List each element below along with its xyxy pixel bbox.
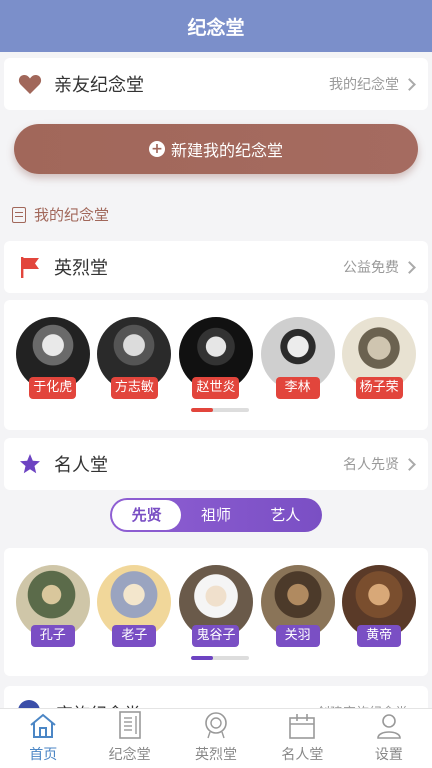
memorial-book-icon bbox=[118, 711, 141, 739]
wreath-icon bbox=[205, 712, 227, 739]
person-name: 关羽 bbox=[275, 625, 320, 647]
flag-icon bbox=[21, 257, 39, 278]
new-memorial-label: 新建我的纪念堂 bbox=[170, 141, 283, 160]
martyrs-scroll-indicator bbox=[191, 408, 249, 412]
family-hall-link-text: 我的纪念堂 bbox=[329, 77, 399, 93]
tab-sages[interactable]: 先贤 bbox=[112, 500, 182, 530]
chevron-right-icon bbox=[403, 260, 416, 274]
person-name: 黄帝 bbox=[357, 625, 402, 647]
user-icon bbox=[377, 714, 401, 739]
bottom-tab-bar: 首页 纪念堂 英烈堂 名人堂 设置 bbox=[0, 708, 432, 768]
celebrities-hall-row[interactable]: 名人堂 名人先贤 bbox=[4, 438, 428, 490]
tab-settings[interactable]: 设置 bbox=[346, 709, 432, 768]
person-name: 老子 bbox=[112, 625, 157, 647]
martyrs-hall-title: 英烈堂 bbox=[54, 258, 108, 279]
hall-icon bbox=[289, 714, 316, 739]
page-title: 纪念堂 bbox=[187, 16, 245, 39]
person-name: 李林 bbox=[275, 377, 320, 399]
celebrities-scroll-fill bbox=[191, 656, 214, 660]
person-card[interactable]: 关羽 bbox=[260, 565, 335, 647]
person-name: 杨子荣 bbox=[355, 377, 403, 399]
person-card[interactable]: 方志敏 bbox=[97, 317, 172, 399]
person-card[interactable]: 孔子 bbox=[15, 565, 90, 647]
person-name: 鬼谷子 bbox=[192, 625, 240, 647]
heart-icon bbox=[18, 74, 42, 94]
chevron-right-icon bbox=[403, 77, 416, 91]
document-icon bbox=[12, 206, 26, 223]
martyrs-hall-row[interactable]: 英烈堂 公益免费 bbox=[4, 241, 428, 293]
tab-memorial-label: 纪念堂 bbox=[108, 747, 151, 763]
tab-settings-label: 设置 bbox=[374, 747, 403, 763]
new-memorial-button[interactable]: + 新建我的纪念堂 bbox=[14, 124, 418, 174]
celebrity-category-tabs: 先贤 祖师 艺人 bbox=[110, 498, 322, 532]
martyrs-scroll-fill bbox=[191, 408, 214, 412]
celebrities-scroll-indicator bbox=[191, 656, 249, 660]
person-card[interactable]: 杨子荣 bbox=[342, 317, 417, 399]
person-name: 方志敏 bbox=[110, 377, 158, 399]
tab-home-label: 首页 bbox=[29, 747, 58, 763]
star-icon bbox=[20, 454, 40, 474]
tab-masters[interactable]: 祖师 bbox=[181, 500, 250, 530]
person-card[interactable]: 黄帝 bbox=[342, 565, 417, 647]
tab-martyrs[interactable]: 英烈堂 bbox=[173, 709, 259, 768]
family-hall-title: 亲友纪念堂 bbox=[54, 75, 144, 96]
celebrities-hall-link[interactable]: 名人先贤 bbox=[343, 454, 416, 474]
person-card[interactable]: 赵世炎 bbox=[178, 317, 253, 399]
family-hall-row[interactable]: 亲友纪念堂 我的纪念堂 bbox=[4, 58, 428, 110]
person-card[interactable]: 老子 bbox=[97, 565, 172, 647]
chevron-right-icon bbox=[403, 457, 416, 471]
martyrs-hall-link[interactable]: 公益免费 bbox=[343, 257, 416, 277]
tab-celebrities[interactable]: 名人堂 bbox=[259, 709, 345, 768]
my-memorial-label: 我的纪念堂 bbox=[34, 206, 110, 224]
tab-memorial[interactable]: 纪念堂 bbox=[86, 709, 172, 768]
family-hall-link[interactable]: 我的纪念堂 bbox=[329, 74, 416, 94]
person-card[interactable]: 于化虎 bbox=[15, 317, 90, 399]
person-name: 孔子 bbox=[30, 625, 75, 647]
person-card[interactable]: 李林 bbox=[260, 317, 335, 399]
tab-home[interactable]: 首页 bbox=[0, 709, 86, 768]
person-card[interactable]: 鬼谷子 bbox=[178, 565, 253, 647]
plus-icon: + bbox=[148, 141, 165, 157]
celebrities-hall-title: 名人堂 bbox=[54, 455, 108, 476]
person-name: 于化虎 bbox=[29, 377, 77, 399]
tab-martyrs-label: 英烈堂 bbox=[195, 747, 238, 763]
my-memorial-link[interactable]: 我的纪念堂 bbox=[12, 204, 109, 225]
home-icon bbox=[30, 713, 56, 738]
person-name: 赵世炎 bbox=[192, 377, 240, 399]
celebrities-hall-link-text: 名人先贤 bbox=[343, 457, 399, 473]
tab-celebrities-label: 名人堂 bbox=[281, 747, 324, 763]
app-header: 纪念堂 bbox=[0, 0, 432, 52]
tab-artists[interactable]: 艺人 bbox=[251, 500, 320, 530]
martyrs-hall-link-text: 公益免费 bbox=[343, 260, 399, 276]
